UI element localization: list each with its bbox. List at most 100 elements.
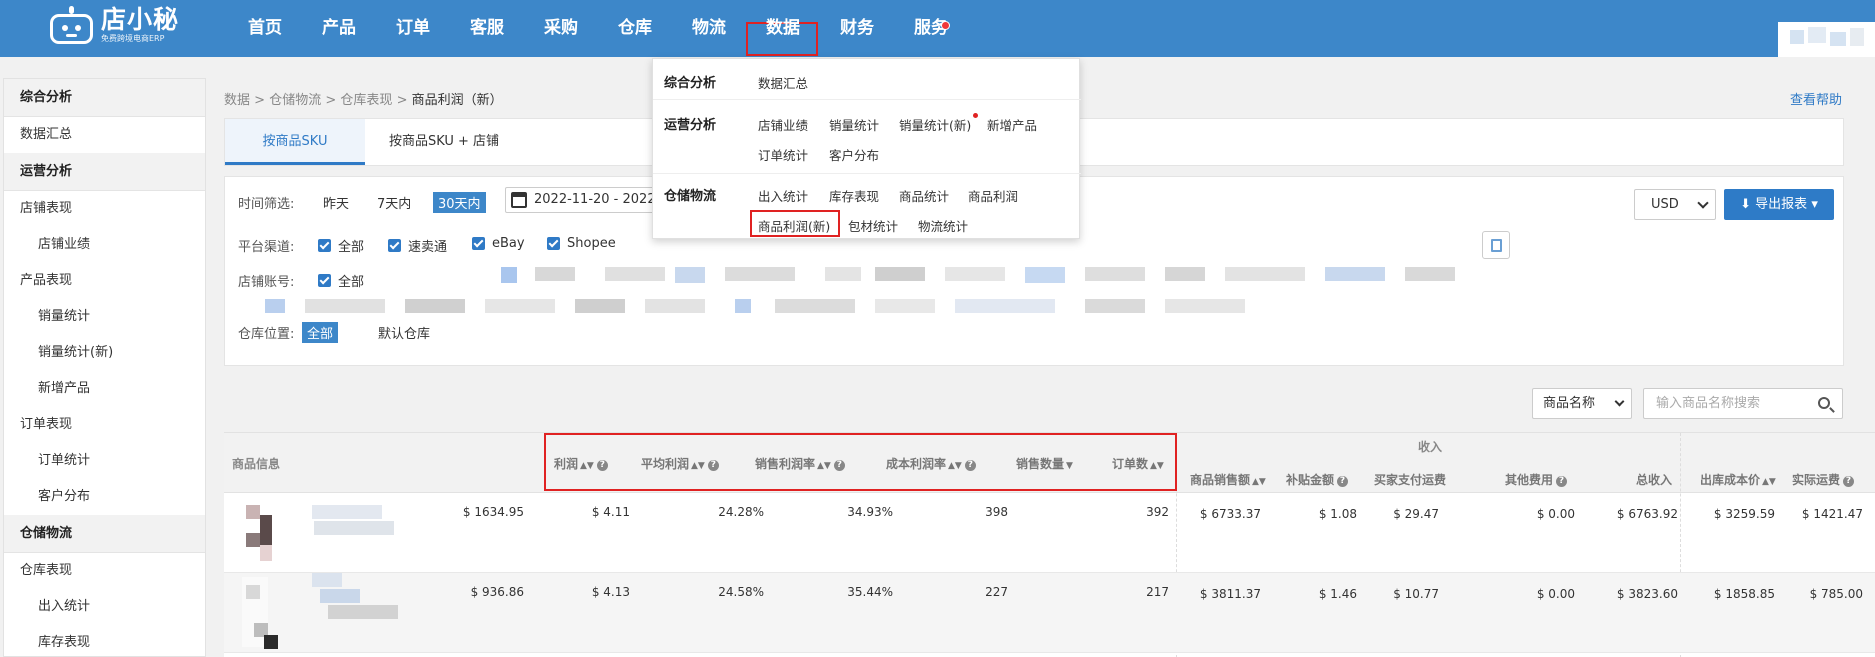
time-option-30days[interactable]: 30天内	[433, 192, 486, 213]
sidebar-item-data-summary[interactable]: 数据汇总	[4, 117, 205, 153]
nav-home[interactable]: 首页	[228, 0, 302, 57]
sidebar-item-sales-stats[interactable]: 销量统计	[4, 299, 205, 335]
help-link[interactable]: 查看帮助	[1790, 89, 1842, 108]
date-range-picker[interactable]: 2022-11-20 - 2022-1	[505, 187, 669, 213]
sidebar-item-order-stats[interactable]: 订单统计	[4, 443, 205, 479]
sidebar: 综合分析 数据汇总 运营分析 店铺表现 店铺业绩 产品表现 销量统计 销量统计(…	[3, 78, 206, 657]
nav-products[interactable]: 产品	[302, 0, 376, 57]
sidebar-item-inventory-performance[interactable]: 库存表现	[4, 625, 205, 657]
dropdown-link-order-stats[interactable]: 订单统计	[758, 145, 808, 164]
dropdown-link-new-products[interactable]: 新增产品	[987, 115, 1037, 134]
cell-sales-amount: $ 3811.37	[1199, 587, 1261, 601]
cell-sales-qty: 398	[985, 505, 1008, 519]
nav-orders[interactable]: 订单	[376, 0, 450, 57]
dropdown-link-inout-stats[interactable]: 出入统计	[758, 186, 808, 205]
dropdown-link-store-results[interactable]: 店铺业绩	[758, 115, 808, 134]
dropdown-link-product-profit-new[interactable]: 商品利润(新)	[758, 216, 830, 235]
cell-outbound-cost: $ 3259.59	[1713, 507, 1775, 521]
breadcrumb-item[interactable]: 仓储物流	[269, 93, 321, 108]
nav-warehouse[interactable]: 仓库	[598, 0, 672, 57]
cell-total-income: $ 6763.92	[1616, 507, 1678, 521]
header-orders[interactable]: 订单数 ▲▼	[1112, 455, 1164, 472]
warehouse-option-default[interactable]: 默认仓库	[378, 323, 430, 342]
header-total-income: 总收入	[1636, 473, 1673, 487]
nav-logistics[interactable]: 物流	[672, 0, 746, 57]
warehouse-label: 仓库位置:	[238, 327, 295, 342]
calendar-icon	[511, 192, 527, 208]
data-dropdown-menu: 综合分析 数据汇总 运营分析 店铺业绩 销量统计 销量统计(新) 新增产品 订单…	[652, 58, 1081, 239]
dropdown-link-data-summary[interactable]: 数据汇总	[758, 73, 808, 92]
nav-services[interactable]: 服务	[894, 0, 968, 57]
platform-shopee-checkbox[interactable]: Shopee	[547, 236, 616, 251]
cell-buyer-shipping: $ 29.47	[1393, 507, 1439, 521]
header-outbound-cost[interactable]: 出库成本价 ▲▼	[1700, 471, 1776, 488]
nav-customer-service[interactable]: 客服	[450, 0, 524, 57]
header-sales-amount[interactable]: 商品销售额 ▲▼	[1190, 471, 1266, 488]
warehouse-option-all[interactable]: 全部	[302, 322, 339, 343]
breadcrumb-item[interactable]: 仓库表现	[340, 93, 392, 108]
dropdown-link-packaging-stats[interactable]: 包材统计	[848, 216, 898, 235]
header-cost-margin[interactable]: 成本利润率 ▲▼?	[886, 455, 976, 472]
time-option-7days[interactable]: 7天内	[377, 193, 411, 212]
nav-purchasing[interactable]: 采购	[524, 0, 598, 57]
cell-sales-margin: 24.58%	[718, 585, 764, 599]
header-other-fees[interactable]: 其他费用?	[1505, 471, 1568, 488]
header-actual-shipping[interactable]: 实际运费?	[1792, 471, 1855, 488]
dropdown-link-sales-stats-new[interactable]: 销量统计(新)	[899, 115, 971, 134]
search-icon[interactable]	[1818, 397, 1830, 409]
header-avg-profit[interactable]: 平均利润 ▲▼?	[641, 455, 719, 472]
sidebar-item-new-products[interactable]: 新增产品	[4, 371, 205, 407]
table-row[interactable]: $ 936.86 $ 4.13 24.58% 35.44% 227 217 $ …	[224, 573, 1875, 653]
header-sales-qty[interactable]: 销售数量 ▼	[1016, 455, 1073, 472]
header-profit[interactable]: 利润 ▲▼?	[554, 455, 608, 472]
cell-profit: $ 936.86	[470, 585, 524, 599]
sidebar-section-overview: 综合分析	[4, 79, 205, 117]
collapse-icon[interactable]	[1482, 231, 1510, 259]
cell-sales-amount: $ 6733.37	[1199, 507, 1261, 521]
tab-by-sku[interactable]: 按商品SKU	[225, 119, 365, 165]
chevron-down-icon	[1697, 197, 1709, 209]
chevron-down-icon	[1614, 396, 1625, 407]
tab-by-sku-and-store[interactable]: 按商品SKU + 店铺	[365, 119, 523, 165]
dropdown-link-sales-stats[interactable]: 销量统计	[829, 115, 879, 134]
sidebar-group-store-performance: 店铺表现	[20, 201, 73, 216]
export-report-button[interactable]: ⬇ 导出报表 ▾	[1724, 189, 1834, 220]
platform-aliexpress-checkbox[interactable]: 速卖通	[388, 236, 447, 255]
logo[interactable]: 店小秘 免费跨境电商ERP	[48, 6, 179, 50]
dropdown-link-product-stats[interactable]: 商品统计	[899, 186, 949, 205]
sidebar-group-order-performance: 订单表现	[20, 417, 73, 432]
cell-subsidy: $ 1.46	[1318, 587, 1357, 601]
brand-tagline: 免费跨境电商ERP	[101, 34, 165, 43]
shop-all-checkbox[interactable]: 全部	[318, 271, 364, 290]
cell-avg-profit: $ 4.11	[591, 505, 630, 519]
header-subsidy[interactable]: 补贴金额?	[1286, 471, 1349, 488]
dropdown-link-customer-distribution[interactable]: 客户分布	[829, 145, 879, 164]
user-account-box[interactable]	[1778, 22, 1875, 57]
header-sales-margin[interactable]: 销售利润率 ▲▼?	[755, 455, 845, 472]
checkbox-checked-icon	[318, 274, 331, 287]
cell-orders: 217	[1146, 585, 1169, 599]
dropdown-link-product-profit[interactable]: 商品利润	[968, 186, 1018, 205]
platform-all-checkbox[interactable]: 全部	[318, 236, 364, 255]
sidebar-item-customer-distribution[interactable]: 客户分布	[4, 479, 205, 515]
sidebar-item-sales-stats-new[interactable]: 销量统计(新)	[4, 335, 205, 371]
top-navbar: 店小秘 免费跨境电商ERP 首页 产品 订单 客服 采购 仓库 物流 数据 财务…	[0, 0, 1875, 57]
dropdown-link-logistics-stats[interactable]: 物流统计	[918, 216, 968, 235]
sidebar-section-warehouse-logistics: 仓储物流	[4, 515, 205, 553]
dropdown-link-inventory-performance[interactable]: 库存表现	[829, 186, 879, 205]
time-option-yesterday[interactable]: 昨天	[323, 193, 349, 212]
platform-ebay-checkbox[interactable]: eBay	[472, 236, 525, 251]
sidebar-item-store-results[interactable]: 店铺业绩	[4, 227, 205, 263]
currency-select[interactable]: USD	[1634, 189, 1716, 220]
checkbox-checked-icon	[472, 237, 485, 250]
breadcrumb-item[interactable]: 数据	[224, 93, 250, 108]
dropdown-group-overview: 综合分析	[664, 76, 717, 91]
sidebar-item-inout-stats[interactable]: 出入统计	[4, 589, 205, 625]
header-product-info: 商品信息	[232, 457, 281, 471]
table-row[interactable]: $ 1634.95 $ 4.11 24.28% 34.93% 398 392 $…	[224, 493, 1875, 573]
search-input[interactable]: 输入商品名称搜索	[1643, 388, 1843, 419]
search-field-select[interactable]: 商品名称	[1532, 388, 1632, 419]
nav-finance[interactable]: 财务	[820, 0, 894, 57]
nav-data[interactable]: 数据	[746, 0, 820, 57]
cell-subsidy: $ 1.08	[1318, 507, 1357, 521]
